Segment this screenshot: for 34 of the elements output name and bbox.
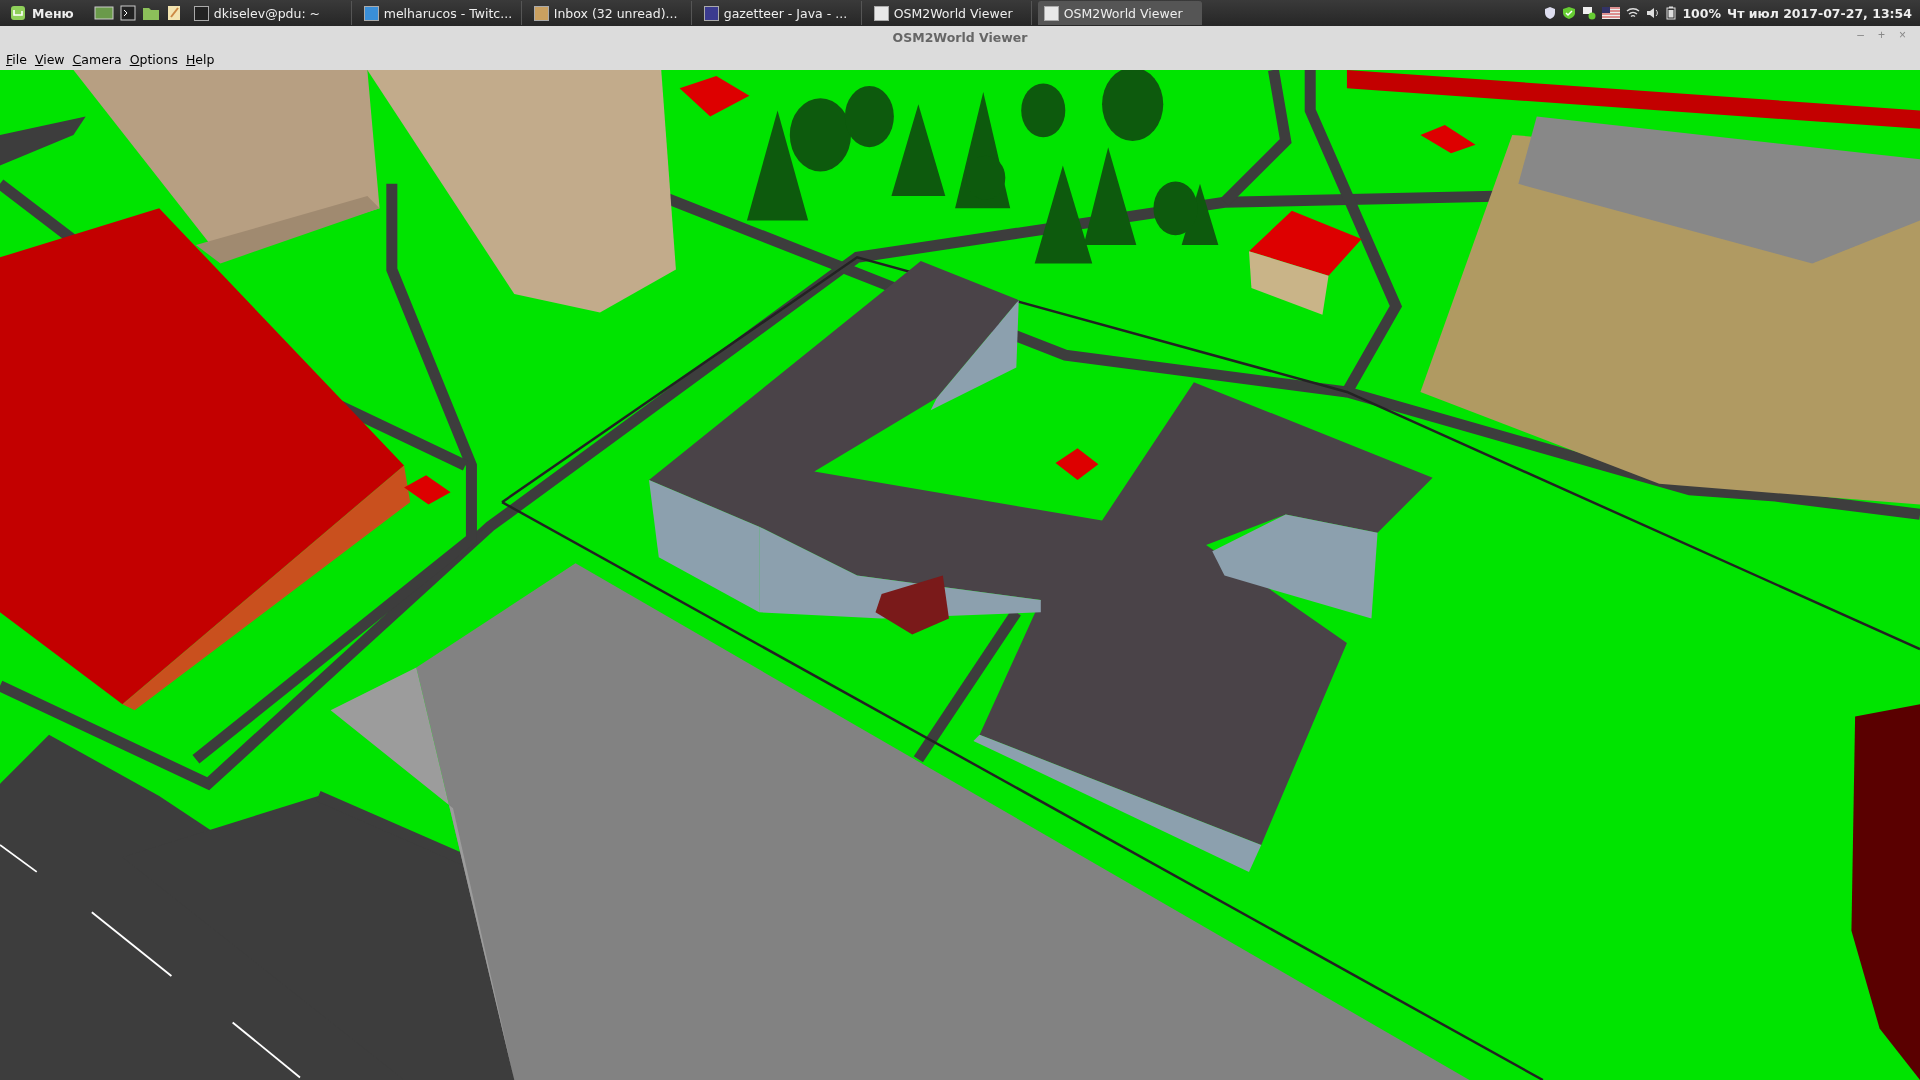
menu-item[interactable]: Options: [125, 51, 182, 67]
taskbar-window-button[interactable]: melharucos - Twitc...: [357, 1, 522, 25]
app-icon: [703, 5, 719, 21]
menu-item[interactable]: File: [2, 51, 31, 67]
shield-icon[interactable]: [1544, 6, 1557, 20]
menu-item[interactable]: Help: [181, 51, 219, 67]
window-title: OSM2World Viewer: [892, 29, 1028, 45]
chat-icon[interactable]: [1582, 6, 1597, 20]
start-menu-button[interactable]: Меню: [4, 5, 80, 21]
text-editor-icon[interactable]: [165, 5, 182, 21]
battery-icon[interactable]: [1666, 6, 1677, 20]
speaker-icon[interactable]: [1646, 7, 1661, 19]
app-icon: [193, 5, 209, 21]
taskbar-window-button[interactable]: OSM2World Viewer: [1037, 1, 1202, 25]
clock[interactable]: Чт июл 2017-07-27, 13:54: [1727, 5, 1912, 21]
battery-percentage: 100%: [1682, 5, 1722, 21]
menu-item[interactable]: Camera: [68, 51, 126, 67]
wifi-icon[interactable]: [1626, 7, 1641, 19]
app-icon: [363, 5, 379, 21]
taskbar-window-button[interactable]: OSM2World Viewer: [867, 1, 1032, 25]
desktop-icon[interactable]: [93, 5, 114, 21]
mint-logo-icon: [10, 5, 26, 21]
folder-icon[interactable]: [141, 5, 160, 21]
taskbar-window-button[interactable]: Inbox (32 unread)...: [527, 1, 692, 25]
app-icon: [1043, 5, 1059, 21]
terminal-icon[interactable]: [119, 5, 136, 21]
taskbar-window-button[interactable]: dkiselev@pdu: ~: [187, 1, 352, 25]
us-flag-icon[interactable]: [1602, 7, 1621, 19]
app-icon: [873, 5, 889, 21]
3d-city-scene-drawing[interactable]: [0, 70, 1920, 1080]
check-shield-icon[interactable]: [1562, 6, 1577, 20]
taskbar-window-button[interactable]: gazetteer - Java - ...: [697, 1, 862, 25]
menu-item[interactable]: View: [30, 51, 69, 67]
app-icon: [533, 5, 549, 21]
